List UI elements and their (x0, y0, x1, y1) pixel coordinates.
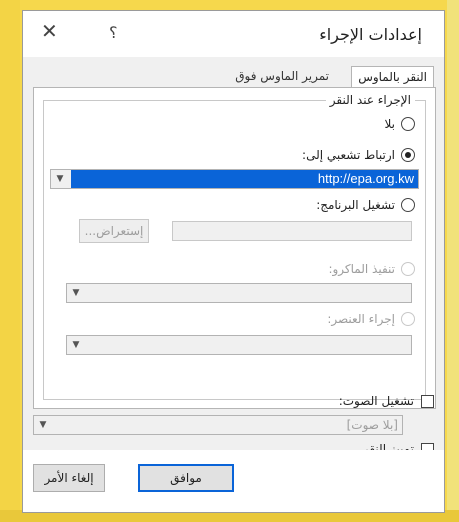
hyperlink-dropdown[interactable]: ▼ http://epa.org.kw (50, 169, 419, 189)
play-sound-row[interactable]: تشغيل الصوت: (339, 392, 434, 410)
radio-run-macro-label: تنفيذ الماكرو: (328, 262, 395, 276)
close-icon[interactable]: ✕ (41, 19, 58, 43)
ok-button[interactable]: موافق (138, 464, 234, 492)
sound-value: [بلا صوت] (346, 418, 398, 432)
hyperlink-value: http://epa.org.kw (71, 170, 418, 188)
option-none[interactable]: بلا (384, 114, 415, 134)
dialog-title: إعدادات الإجراء (319, 25, 422, 44)
radio-object-action (401, 312, 415, 326)
browse-button[interactable]: إستعراض... (79, 219, 149, 243)
radio-none[interactable] (401, 117, 415, 131)
run-program-input[interactable] (172, 221, 412, 241)
title-bar: ✕ ؟ إعدادات الإجراء (23, 11, 444, 57)
background-strip-left (0, 0, 20, 522)
dialog-body: النقر بالماوس تمرير الماوس فوق الإجراء ع… (23, 57, 444, 456)
tab-mouse-over[interactable]: تمرير الماوس فوق (229, 66, 335, 86)
sound-dropdown: ▼ [بلا صوت] (33, 415, 403, 435)
play-sound-checkbox[interactable] (421, 394, 434, 408)
chevron-down-icon: ▼ (72, 288, 80, 298)
radio-hyperlink[interactable] (401, 148, 415, 162)
background-strip-right (447, 0, 459, 522)
action-on-click-group: الإجراء عند النقر بلا ارتباط تشعبي إلى: … (43, 93, 426, 400)
dialog-footer: موافق إلغاء الأمر (23, 450, 444, 512)
action-settings-dialog: ✕ ؟ إعدادات الإجراء النقر بالماوس تمرير … (22, 10, 445, 513)
macro-dropdown: ▼ (66, 283, 412, 303)
radio-object-action-label: إجراء العنصر: (327, 312, 395, 326)
tab-panel: الإجراء عند النقر بلا ارتباط تشعبي إلى: … (33, 87, 436, 409)
play-sound-label: تشغيل الصوت: (338, 394, 414, 408)
tab-mouse-click[interactable]: النقر بالماوس (351, 66, 434, 87)
radio-run-program-label: تشغيل البرنامج: (316, 198, 395, 212)
option-run-macro: تنفيذ الماكرو: (328, 259, 415, 279)
option-object-action: إجراء العنصر: (327, 309, 415, 329)
radio-run-macro (401, 262, 415, 276)
cancel-button[interactable]: إلغاء الأمر (33, 464, 105, 492)
chevron-down-icon: ▼ (39, 420, 47, 430)
chevron-down-icon[interactable]: ▼ (51, 170, 69, 188)
option-run-program[interactable]: تشغيل البرنامج: (316, 195, 415, 215)
chevron-down-icon: ▼ (72, 340, 80, 350)
object-action-dropdown: ▼ (66, 335, 412, 355)
help-icon[interactable]: ؟ (109, 23, 118, 42)
radio-hyperlink-label: ارتباط تشعبي إلى: (302, 148, 395, 162)
option-hyperlink[interactable]: ارتباط تشعبي إلى: (302, 145, 415, 165)
radio-none-label: بلا (384, 117, 396, 131)
radio-run-program[interactable] (401, 198, 415, 212)
group-legend: الإجراء عند النقر (325, 93, 415, 107)
